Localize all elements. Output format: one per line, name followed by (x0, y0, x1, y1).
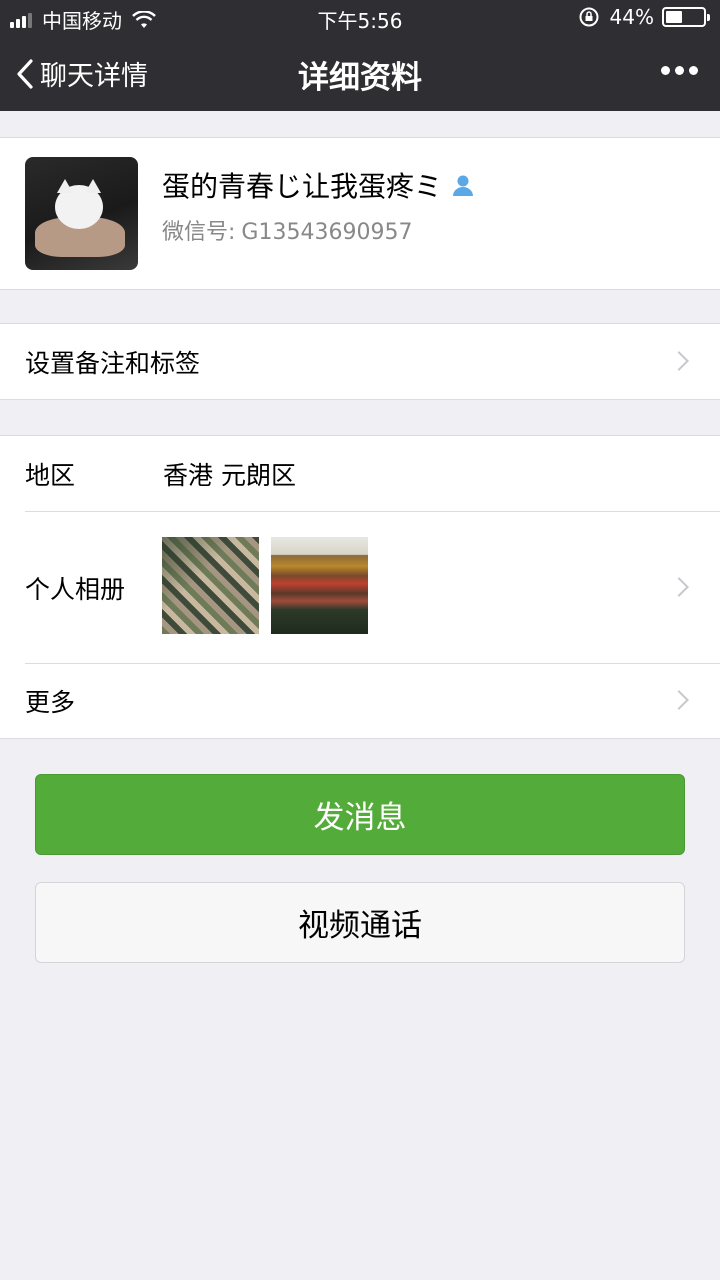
album-label: 个人相册 (25, 574, 126, 604)
wechat-id: 微信号: G13543690957 (162, 214, 412, 246)
battery-percent: 44% (609, 5, 654, 29)
chevron-right-icon (669, 351, 689, 371)
remark-tags-label: 设置备注和标签 (25, 349, 201, 378)
chevron-right-icon (669, 690, 689, 710)
nav-bar: 聊天详情 详细资料 (0, 36, 720, 111)
user-icon (453, 175, 474, 196)
region-value: 香港 元朗区 (163, 461, 296, 490)
album-photo[interactable] (271, 537, 368, 634)
send-message-button[interactable]: 发消息 (35, 774, 685, 855)
profile-name-row: 蛋的青春じ让我蛋疼ミ (162, 165, 476, 205)
profile-card[interactable]: 蛋的青春じ让我蛋疼ミ 微信号: G13543690957 (0, 137, 720, 290)
more-row[interactable]: 更多 (0, 663, 720, 739)
status-bar: 中国移动 下午5:56 44% (0, 0, 720, 36)
profile-name: 蛋的青春じ让我蛋疼ミ (162, 170, 443, 203)
avatar[interactable] (25, 157, 138, 270)
album-photo[interactable] (162, 537, 259, 634)
region-row: 地区 香港 元朗区 (0, 436, 720, 512)
page-title: 详细资料 (298, 60, 422, 96)
battery-icon (662, 7, 710, 27)
more-options-button[interactable] (656, 66, 698, 75)
avatar-kitten (55, 179, 103, 229)
remark-tags-row[interactable]: 设置备注和标签 (0, 323, 720, 400)
more-label: 更多 (25, 688, 76, 717)
wechat-id-label: 微信号: (162, 220, 236, 245)
chevron-right-icon (669, 576, 689, 597)
video-call-button[interactable]: 视频通话 (35, 882, 685, 963)
wechat-id-value: G13543690957 (241, 220, 413, 245)
region-label: 地区 (25, 461, 76, 490)
top-bar: 中国移动 下午5:56 44% 聊天详情 详细资料 (0, 0, 720, 111)
info-section: 地区 香港 元朗区 个人相册 更多 (0, 435, 720, 739)
rotation-lock-icon (579, 7, 599, 27)
dot-icon (675, 66, 684, 75)
dot-icon (661, 66, 670, 75)
status-right: 44% (578, 5, 710, 29)
dot-icon (689, 66, 698, 75)
